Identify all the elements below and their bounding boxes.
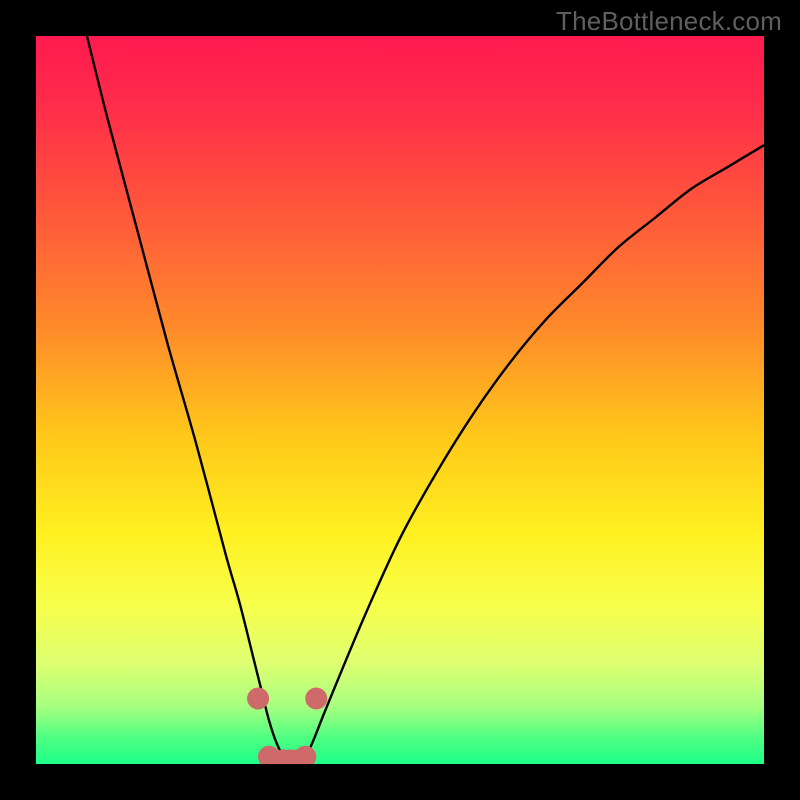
plot-area	[36, 36, 764, 764]
gradient-background	[36, 36, 764, 764]
highlight-dot	[305, 687, 327, 709]
plot-svg	[36, 36, 764, 764]
watermark-text: TheBottleneck.com	[556, 6, 782, 37]
highlight-dot	[247, 687, 269, 709]
chart-frame: TheBottleneck.com	[0, 0, 800, 800]
